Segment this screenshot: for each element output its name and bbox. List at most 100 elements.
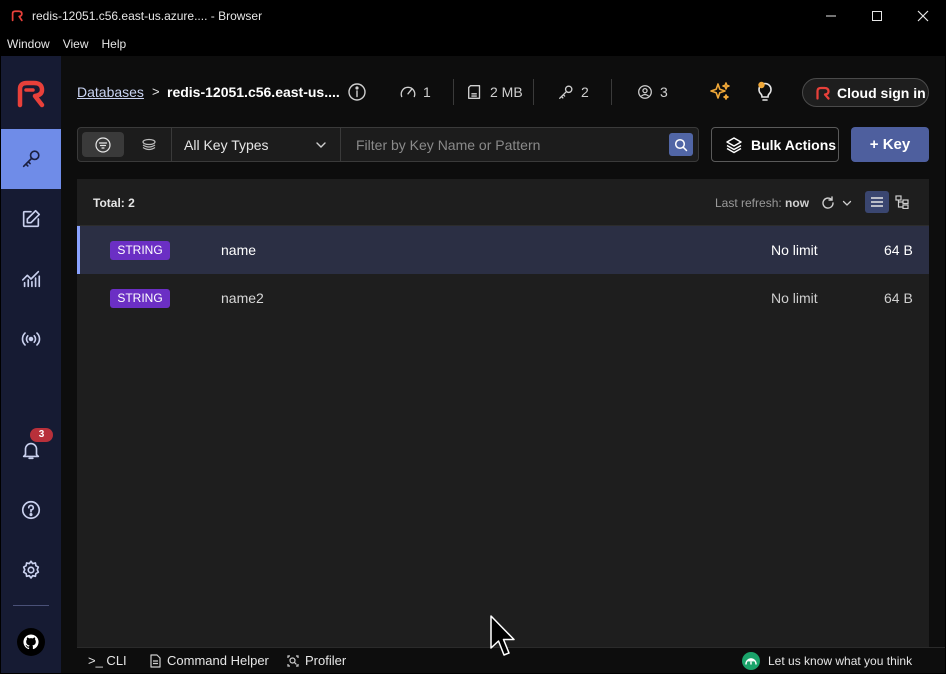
last-refresh-label: Last refresh: now [715,196,809,210]
last-refresh-value: now [785,196,810,210]
menu-view[interactable]: View [63,37,89,51]
app-container: 3 Databases > redis-12051.c56.east-us...… [1,56,945,673]
key-ttl: No limit [771,242,818,258]
table-row[interactable]: STRING name2 No limit 64 B [77,274,929,322]
feedback-label: Let us know what you think [768,654,913,668]
key-name: name2 [221,290,264,306]
breadcrumb-separator: > [152,84,160,99]
window-title: redis-12051.c56.east-us.azure.... - Brow… [32,9,263,23]
mouse-cursor-icon [490,615,515,656]
sidebar-item-workbench[interactable] [1,189,61,249]
cloud-sign-in-label: Cloud sign in [837,84,926,101]
key-size: 64 B [884,290,913,306]
analytics-icon [21,270,41,288]
refresh-icon[interactable] [820,195,836,211]
key-icon [559,85,573,99]
filter-icon [95,136,111,153]
sidebar-item-help[interactable] [1,480,61,540]
key-size: 64 B [884,242,913,258]
database-name[interactable]: redis-12051.c56.east-us.... [167,84,340,100]
filter-mode-button[interactable] [82,132,124,157]
stat-memory[interactable]: 2 MB [466,82,523,102]
tree-icon [895,195,909,209]
vector-search-mode-button[interactable] [130,132,170,157]
profiler-icon [287,654,299,667]
maximize-icon [872,11,882,21]
command-helper-label: Command Helper [167,653,269,668]
cloud-sign-in-button[interactable]: Cloud sign in [802,78,929,107]
lightbulb-insights-icon[interactable] [753,80,777,104]
document-icon [150,653,161,668]
stat-keys-value: 2 [581,84,589,100]
key-search-input[interactable] [341,128,667,161]
memory-icon [468,85,481,99]
sidebar-item-pubsub[interactable] [1,309,61,369]
key-list-header: Total: 2 Last refresh: now [77,179,929,226]
sidebar-item-analysis[interactable] [1,249,61,309]
github-link[interactable] [17,628,45,656]
stat-ops-per-sec[interactable]: 1 [399,82,431,102]
window-controls [808,0,946,32]
broadcast-icon [21,332,41,346]
github-icon [23,634,39,650]
stat-keys[interactable]: 2 [557,82,589,102]
last-refresh-text: Last refresh: [715,196,782,210]
sidebar-item-settings[interactable] [1,540,61,600]
user-circle-icon [638,85,652,99]
key-filter-toolbar: All Key Types [77,127,699,162]
redis-logo-icon [816,86,830,100]
maximize-button[interactable] [854,0,900,32]
cli-label: >_ CLI [88,653,127,668]
profiler-button[interactable]: Profiler [286,653,346,668]
key-type-badge: STRING [110,289,170,308]
search-icon [674,138,688,151]
edit-icon [22,209,41,228]
stat-divider [611,79,612,105]
menu-window[interactable]: Window [7,37,50,51]
close-button[interactable] [900,0,946,32]
command-helper-button[interactable]: Command Helper [148,653,269,668]
db-header: Databases > redis-12051.c56.east-us.... … [61,56,945,126]
table-row[interactable]: STRING name No limit 64 B [77,226,929,274]
redis-insight-logo-icon [11,10,23,22]
sidebar-divider [13,605,49,606]
key-name: name [221,242,257,258]
bulk-actions-label: Bulk Actions [751,136,837,153]
chevron-down-icon[interactable] [841,197,853,209]
layers-icon [726,136,742,153]
add-key-button[interactable]: + Key [851,127,929,162]
list-icon [871,197,883,207]
stat-clients-value: 3 [660,84,668,100]
stat-clients[interactable]: 3 [636,82,668,102]
menu-bar: Window View Help [0,32,946,56]
key-ttl: No limit [771,290,818,306]
gear-icon [22,560,40,579]
sidebar: 3 [1,56,61,673]
list-view-button[interactable] [865,191,889,213]
close-icon [917,10,929,22]
menu-help[interactable]: Help [101,37,126,51]
sidebar-item-notifications[interactable]: 3 [1,420,61,480]
cli-button[interactable]: >_ CLI [88,653,127,668]
search-button[interactable] [669,133,693,156]
chevron-down-icon [316,142,326,148]
minimize-button[interactable] [808,0,854,32]
stat-divider [453,79,454,105]
speedometer-icon [400,86,416,98]
info-icon[interactable] [347,82,367,102]
bulk-actions-button[interactable]: Bulk Actions [711,127,839,162]
bell-icon [22,442,40,460]
key-icon [22,150,40,168]
feedback-link[interactable]: Let us know what you think [742,652,912,670]
breadcrumb-databases-link[interactable]: Databases [77,84,144,100]
ai-sparkle-icon[interactable] [708,80,732,104]
stat-memory-value: 2 MB [490,84,523,100]
profiler-label: Profiler [305,653,347,668]
sidebar-item-browser[interactable] [1,129,61,189]
minimize-icon [826,15,836,17]
tree-view-button[interactable] [891,191,913,213]
title-bar: redis-12051.c56.east-us.azure.... - Brow… [0,0,946,32]
redis-insight-logo-icon[interactable] [15,78,47,110]
feedback-icon [742,652,760,670]
key-type-select-value: All Key Types [184,136,269,153]
